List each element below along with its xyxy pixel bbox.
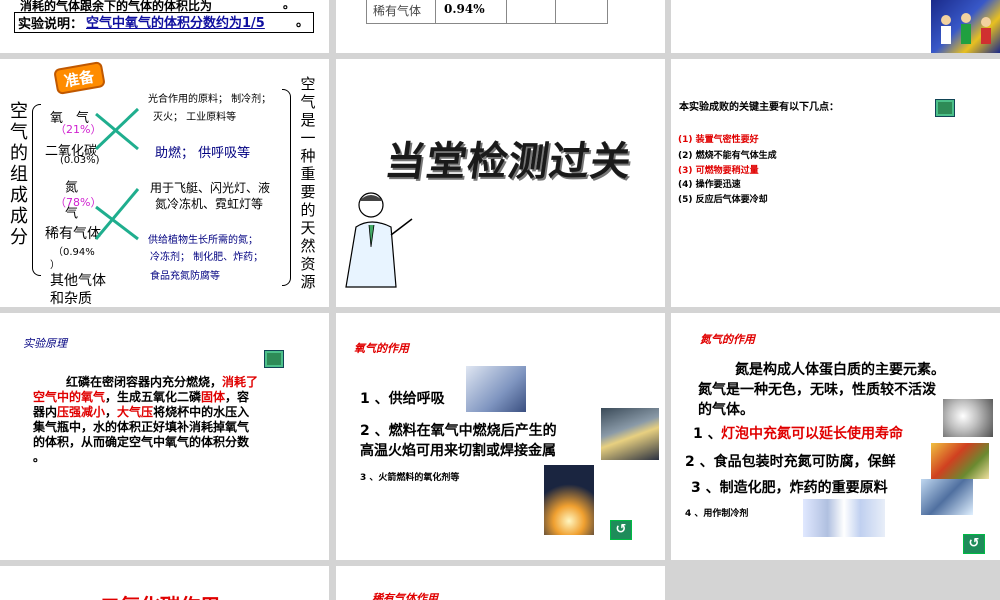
nitrogen-desc-2: 氮气是一种无色，无味，性质较不活泼 bbox=[698, 382, 936, 398]
other-gas-label-2: 和杂质 bbox=[50, 291, 92, 307]
nitrogen-desc-1: 氮是构成人体蛋白质的主要元素。 bbox=[735, 362, 945, 378]
slide-11[interactable]: 稀有气体作用 bbox=[336, 566, 665, 600]
people-icon bbox=[941, 13, 991, 44]
nitrogen-role-title: 氮气的作用 bbox=[700, 333, 755, 346]
key-point-2: (2) 燃烧不能有气体生成 bbox=[678, 151, 777, 161]
co2-role-title: 二氧化碳作用 bbox=[100, 590, 220, 600]
table-cell-percent: 0.94% bbox=[444, 2, 485, 16]
oxygen-use-3: 3 、火箭燃料的氧化剂等 bbox=[360, 473, 460, 483]
key-points-heading: 本实验成败的关键主要有以下几点： bbox=[679, 102, 839, 113]
use-line-1: 光合作用的原料； 制冷剂； bbox=[148, 94, 272, 105]
use-line-3: 助燃； 供呼吸等 bbox=[155, 146, 251, 161]
use-line-6: 供给植物生长所需的氮； bbox=[148, 235, 258, 246]
slide-3[interactable] bbox=[671, 0, 1000, 53]
slide-2[interactable]: 稀有气体 0.94% bbox=[336, 0, 665, 53]
quiz-title: 当堂检测过关 bbox=[382, 138, 635, 185]
experiment-note-value: 空气中氧气的体积分数约为1/5 bbox=[86, 16, 265, 31]
light-bulbs-photo bbox=[943, 399, 993, 437]
fertilizer-photo bbox=[921, 479, 973, 515]
slide-1[interactable]: 消耗的气体跟余下的气体的体积比为 。 实验说明： 空气中氧气的体积分数约为1/5… bbox=[0, 0, 329, 53]
right-brace bbox=[282, 89, 291, 286]
principle-title: 实验原理 bbox=[23, 337, 67, 350]
rocket-launch-photo bbox=[544, 465, 594, 535]
oxygen-use-2a: 2 、燃料在氧气中燃烧后产生的 bbox=[360, 423, 557, 439]
use-line-2: 灭火； 工业原料等 bbox=[153, 112, 237, 123]
use-line-4: 用于飞艇、闪光灯、液 bbox=[150, 181, 271, 195]
key-point-1: (1) 装置气密性要好 bbox=[678, 135, 759, 145]
slide-5[interactable]: 当堂检测过关 bbox=[336, 59, 665, 307]
key-point-3: (3) 可燃物要稍过量 bbox=[678, 166, 759, 176]
air-composition-title: 空气的组成成分 bbox=[10, 101, 28, 248]
breathing-mask-photo bbox=[466, 366, 526, 412]
slide-8[interactable]: 氧气的作用 1 、供给呼吸 2 、燃料在氧气中燃烧后产生的 高温火焰可用来切割或… bbox=[336, 313, 665, 560]
nitrogen-use-3: 3 、制造化肥，炸药的重要原料 bbox=[691, 480, 888, 496]
principle-text: 红磷在密闭容器内充分燃烧，消耗了 空气中的氧气，生成五氧化二磷固体，容 器内压强… bbox=[33, 375, 259, 464]
natural-resource-title: 空气是一种重要的天然资源 bbox=[300, 75, 316, 291]
nitrogen-use-1: 灯泡中充氮可以延长使用寿命 bbox=[721, 426, 903, 442]
refrigerant-bottles-photo bbox=[803, 499, 885, 537]
cartoon-people-image bbox=[931, 0, 1000, 53]
action-button-green[interactable] bbox=[935, 99, 955, 117]
return-button[interactable]: ↺ bbox=[610, 520, 632, 540]
key-point-5: (5) 反应后气体要冷却 bbox=[678, 195, 768, 205]
nitrogen-desc-3: 的气体。 bbox=[698, 402, 754, 418]
teacher-illustration bbox=[345, 192, 413, 288]
table-cell-gas: 稀有气体 bbox=[373, 4, 422, 18]
oxygen-use-2b: 高温火焰可用来切割或焊接金属 bbox=[360, 443, 556, 459]
use-line-8: 食品充氮防腐等 bbox=[150, 271, 220, 282]
key-point-4: (4) 操作要迅速 bbox=[678, 180, 741, 190]
slide1-line1-end: 。 bbox=[283, 0, 296, 11]
experiment-note-end: 。 bbox=[296, 15, 310, 30]
nitrogen-use-4: 4 、用作制冷剂 bbox=[685, 509, 749, 519]
use-line-5: 氮冷冻机、霓虹灯等 bbox=[155, 197, 264, 211]
experiment-note-label: 实验说明： bbox=[18, 17, 84, 32]
nitrogen-use-2: 2 、食品包装时充氮可防腐，保鲜 bbox=[685, 454, 896, 470]
nitrogen-use-1-num: 1 、 bbox=[693, 426, 722, 442]
action-button-green[interactable] bbox=[264, 350, 284, 368]
slide-10[interactable]: 二氧化碳作用 bbox=[0, 566, 329, 600]
rare-gas-role-title: 稀有气体作用 bbox=[372, 592, 438, 600]
slide-9[interactable]: 氮气的作用 氮是构成人体蛋白质的主要元素。 氮气是一种无色，无味，性质较不活泼 … bbox=[671, 313, 1000, 560]
oxygen-use-1: 1 、供给呼吸 bbox=[360, 391, 445, 407]
slide-6[interactable]: 本实验成败的关键主要有以下几点： (1) 装置气密性要好 (2) 燃烧不能有气体… bbox=[671, 59, 1000, 307]
slide-4[interactable]: 准备 空气的组成成分 氧 气 （21%） 二氧化碳 (0.03%) 氮 气 （7… bbox=[0, 59, 329, 307]
rare-gas-percent-close: ） bbox=[50, 260, 60, 271]
use-line-7: 冷冻剂； 制化肥、炸药； bbox=[150, 252, 264, 263]
return-button[interactable]: ↺ bbox=[963, 534, 985, 554]
packaged-food-photo bbox=[931, 443, 989, 479]
welding-photo bbox=[601, 408, 659, 460]
slide-7[interactable]: 实验原理 红磷在密闭容器内充分燃烧，消耗了 空气中的氧气，生成五氧化二磷固体，容… bbox=[0, 313, 329, 560]
oxygen-role-title: 氧气的作用 bbox=[354, 342, 409, 355]
connection-arrows bbox=[94, 107, 140, 241]
left-brace bbox=[32, 104, 41, 276]
